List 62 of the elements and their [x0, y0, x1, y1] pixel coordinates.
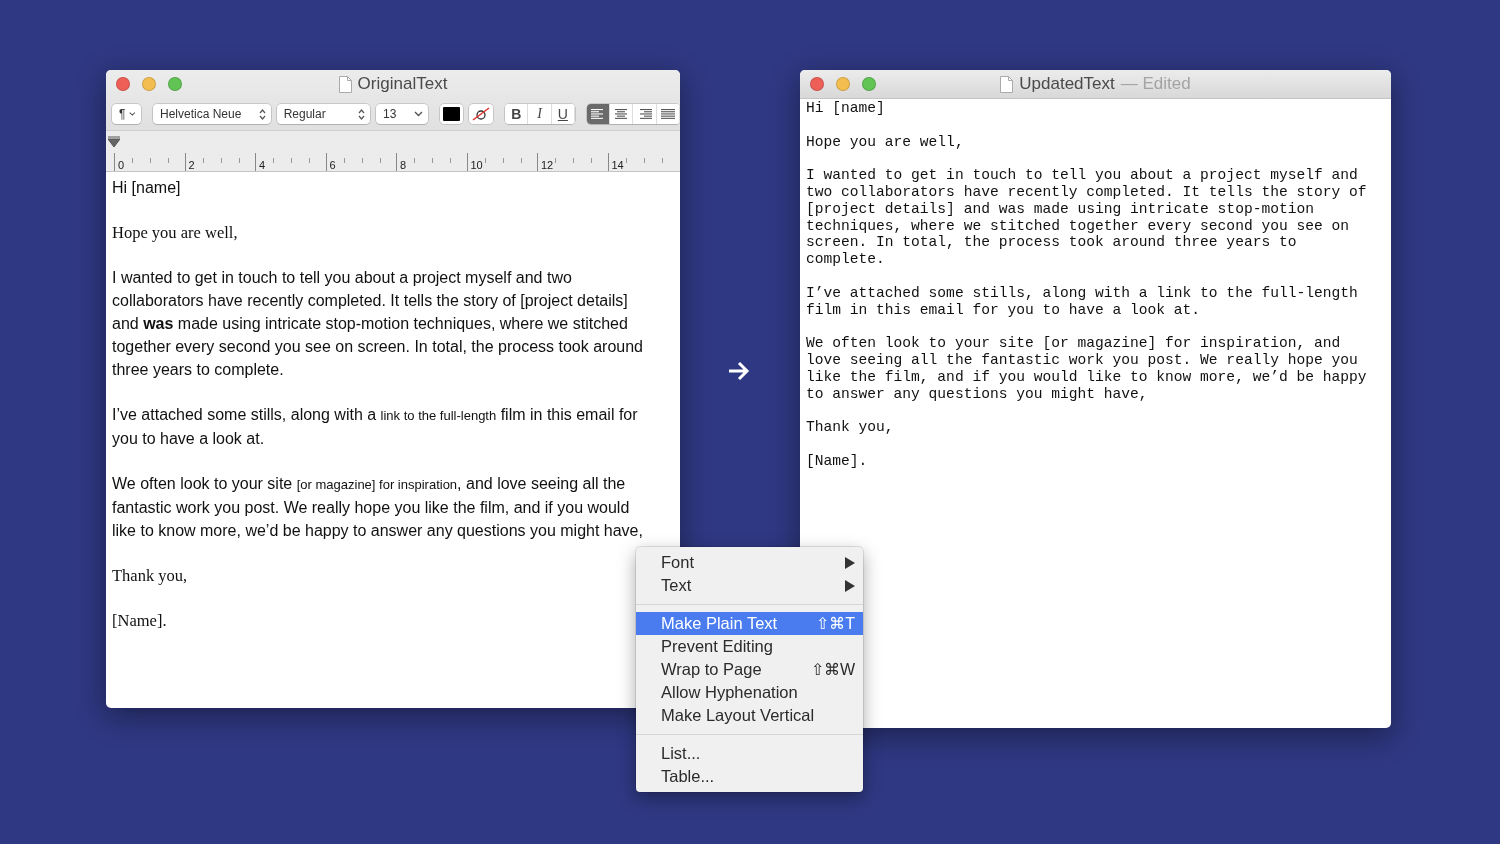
align-left-icon — [591, 108, 606, 120]
ruler-label: 2 — [188, 159, 195, 171]
paragraph: Hi [name] — [806, 100, 886, 117]
font-style-popup[interactable]: Regular — [276, 104, 371, 124]
align-right-icon — [637, 108, 652, 120]
menu-item[interactable]: Text — [636, 574, 863, 597]
italic-button[interactable]: I — [528, 104, 552, 124]
stepper-icon — [258, 108, 266, 120]
paragraph: Thank you, — [806, 419, 895, 436]
paragraph: [Name]. — [112, 610, 168, 632]
alignment-button[interactable] — [586, 104, 611, 124]
close-button[interactable] — [116, 77, 130, 91]
alignment-button[interactable] — [610, 104, 634, 124]
font-size-combo[interactable]: 13 — [376, 104, 428, 124]
document-icon — [338, 75, 352, 93]
paragraph: I wanted to get in touch to tell you about a project myself and two collaborators have recently completed. It tells the story of [project details] and was made using intricate stop-motion techniques, where we stitched together every second you see on screen. In total, the process took around three years to complete. — [112, 268, 644, 380]
menu-item[interactable]: Make Layout Vertical — [636, 704, 863, 727]
menu-item[interactable]: Make Plain Text ⇧⌘T — [636, 612, 863, 635]
bold-button[interactable]: B — [505, 104, 529, 124]
paragraph: Hope you are well, — [806, 133, 965, 151]
ruler-label: 12 — [541, 159, 554, 171]
font-family-popup[interactable]: Helvetica Neue — [153, 104, 271, 124]
text-color-well[interactable] — [439, 104, 464, 124]
window-title: OriginalText — [357, 74, 448, 94]
paragraph: Thank you, — [112, 565, 189, 587]
align-justify-icon — [660, 108, 675, 120]
indent-marker-icon[interactable] — [108, 136, 120, 148]
ruler-label: 6 — [329, 159, 336, 171]
paragraph-style-popup[interactable]: ¶ — [112, 104, 141, 124]
background-color-well[interactable] — [469, 104, 494, 124]
ruler-label: 10 — [470, 159, 483, 171]
alignment-button[interactable] — [656, 104, 680, 124]
paragraph: I wanted to get in touch to tell you about a project myself and two collaborators have recently completed. It tells the story of [project details] and was made using intricate stop-motion techniques, where we stitched together every second you see on screen. In total, the process took around three years to complete. — [806, 167, 1367, 268]
edited-status: — Edited — [1120, 74, 1191, 94]
menu-item[interactable]: Table... — [636, 765, 863, 788]
paragraph: I’ve attached some stills, along with a link to the full-length film in this email for you to have a look at. — [112, 405, 639, 449]
paragraph: [Name]. — [806, 452, 869, 470]
ruler-label: 0 — [118, 159, 125, 171]
menu-item[interactable]: Prevent Editing — [636, 635, 863, 658]
document-icon — [1000, 75, 1014, 93]
chevron-down-icon — [413, 111, 423, 117]
menu-item[interactable]: Allow Hyphenation — [636, 681, 863, 704]
align-center-icon — [614, 108, 629, 120]
menu-item[interactable]: Font — [636, 551, 863, 574]
paragraph: Hi [name] — [112, 178, 182, 198]
alignment-button[interactable] — [633, 104, 657, 124]
ruler-label: 8 — [400, 159, 407, 171]
close-button[interactable] — [810, 77, 824, 91]
paragraph: We often look to your site [or magazine] for inspiration, and love seeing all the fantastic work you post. We really hope you like the film, and if you would like to know more, we’d be happy to answer any questions you might have, — [806, 335, 1367, 403]
no-color-icon — [472, 107, 491, 121]
arrow-right-icon — [728, 361, 750, 381]
paragraph: We often look to your site [or magazine] for inspiration, and love seeing all the fantastic work you post. We really hope you like the film, and if you would like to know more, we’d be happy to answer any questions you might have, — [112, 474, 644, 541]
underline-button[interactable]: U — [551, 104, 575, 124]
ruler-label: 14 — [611, 159, 624, 171]
stepper-icon — [358, 108, 366, 120]
menu-item[interactable]: List... — [636, 742, 863, 765]
menu-item[interactable]: Wrap to Page ⇧⌘W — [636, 658, 863, 681]
paragraph: I’ve attached some stills, along with a link to the full-length film in this email for you to have a look at. — [806, 284, 1359, 319]
window-title: UpdatedText — [1019, 74, 1115, 94]
chevron-down-icon — [129, 111, 136, 117]
ruler-label: 4 — [259, 159, 266, 171]
paragraph: Hope you are well, — [112, 222, 239, 244]
